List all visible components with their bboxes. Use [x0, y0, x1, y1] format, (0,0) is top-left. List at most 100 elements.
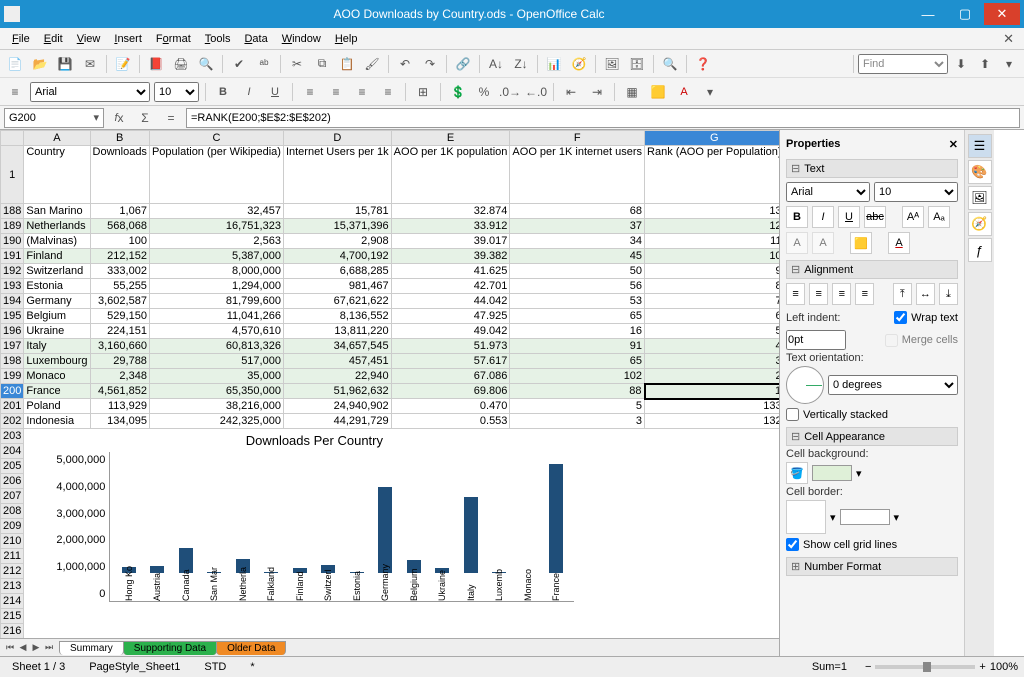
header-cell[interactable]: Internet Users per 1k [283, 146, 391, 204]
cell[interactable]: 39.382 [391, 249, 510, 264]
cell[interactable]: 5 [510, 399, 645, 414]
tab-nav-first-icon[interactable]: ⏮ [4, 642, 16, 653]
cell[interactable]: Switzerland [24, 264, 90, 279]
cell[interactable]: 212,152 [90, 249, 149, 264]
halign-right-icon[interactable]: ≡ [832, 283, 851, 305]
cell[interactable]: 16,751,323 [149, 219, 283, 234]
bold-icon[interactable]: B [212, 81, 234, 103]
redo-icon[interactable]: ↷ [419, 53, 441, 75]
cell[interactable]: 11,041,266 [149, 309, 283, 324]
cell[interactable]: 44,291,729 [283, 414, 391, 429]
new-icon[interactable]: 📄 [4, 53, 26, 75]
cell[interactable]: 0.553 [391, 414, 510, 429]
cell[interactable]: 517,000 [149, 354, 283, 369]
cell[interactable]: Luxembourg [24, 354, 90, 369]
merge-cells-icon[interactable]: ⊞ [412, 81, 434, 103]
close-button[interactable]: ✕ [984, 3, 1020, 25]
collapse-icon[interactable]: ⊟ [791, 263, 800, 276]
row-header[interactable]: 214 [1, 594, 24, 609]
valign-middle-icon[interactable]: ↔ [916, 283, 935, 305]
decimal-add-icon[interactable]: .0→ [499, 81, 521, 103]
cut-icon[interactable]: ✂ [286, 53, 308, 75]
cell[interactable]: France [24, 384, 90, 399]
cell[interactable]: 9 [645, 264, 779, 279]
side-outline-icon[interactable]: A [812, 232, 834, 254]
orientation-select[interactable]: 0 degrees [828, 375, 958, 395]
col-header-F[interactable]: F [510, 131, 645, 146]
row-header[interactable]: 194 [1, 294, 24, 309]
cell[interactable]: Monaco [24, 369, 90, 384]
function-wizard-icon[interactable]: fx [108, 107, 130, 129]
format-paint-icon[interactable]: 🖌 [361, 53, 383, 75]
border-preview[interactable] [786, 500, 826, 534]
print-icon[interactable]: 🖨 [170, 53, 192, 75]
cell[interactable]: 91 [510, 339, 645, 354]
font-name-select[interactable]: Arial [30, 82, 150, 102]
row-header[interactable]: 207 [1, 489, 24, 504]
row-header[interactable]: 216 [1, 624, 24, 639]
cell[interactable]: 13,811,220 [283, 324, 391, 339]
chart-icon[interactable]: 📊 [543, 53, 565, 75]
halign-center-icon[interactable]: ≡ [809, 283, 828, 305]
preview-icon[interactable]: 🔍 [195, 53, 217, 75]
border-dropdown-icon[interactable]: ▾ [830, 511, 836, 524]
cell[interactable]: 8 [645, 279, 779, 294]
sidetab-gallery-icon[interactable]: 🖼 [968, 186, 992, 210]
minimize-button[interactable]: — [910, 3, 946, 25]
cell[interactable]: 4,561,852 [90, 384, 149, 399]
sidebar-font-select[interactable]: Arial [786, 182, 870, 202]
tab-nav-last-icon[interactable]: ⏭ [43, 642, 55, 653]
row-header[interactable]: 192 [1, 264, 24, 279]
zoom-icon[interactable]: 🔍 [659, 53, 681, 75]
cell[interactable]: 38,216,000 [149, 399, 283, 414]
cell[interactable]: 3 [645, 354, 779, 369]
cell[interactable]: 242,325,000 [149, 414, 283, 429]
email-icon[interactable]: ✉ [79, 53, 101, 75]
cell[interactable]: 1 [645, 384, 779, 399]
valign-bottom-icon[interactable]: ⤓ [939, 283, 958, 305]
halign-justify-icon[interactable]: ≡ [855, 283, 874, 305]
row-header[interactable]: 209 [1, 519, 24, 534]
bg-swatch[interactable] [812, 465, 852, 481]
cell[interactable]: 4,570,610 [149, 324, 283, 339]
row-header[interactable]: 190 [1, 234, 24, 249]
cell[interactable]: 67,621,622 [283, 294, 391, 309]
expand-icon[interactable]: ⊞ [791, 560, 800, 573]
equals-icon[interactable]: = [160, 107, 182, 129]
sidetab-functions-icon[interactable]: ƒ [968, 238, 992, 262]
cell[interactable]: 37 [510, 219, 645, 234]
cell[interactable]: 57.617 [391, 354, 510, 369]
cell[interactable]: 53 [510, 294, 645, 309]
cell[interactable]: 51,962,632 [283, 384, 391, 399]
menu-view[interactable]: View [71, 31, 107, 47]
cell[interactable]: 2,563 [149, 234, 283, 249]
cell[interactable]: 8,000,000 [149, 264, 283, 279]
cell[interactable]: Poland [24, 399, 90, 414]
menu-file[interactable]: File [6, 31, 36, 47]
spreadsheet-grid[interactable]: ABCDEFGHIJ1CountryDownloadsPopulation (p… [0, 130, 779, 638]
cell[interactable]: 13 [645, 204, 779, 219]
indent-increase-icon[interactable]: ⇥ [586, 81, 608, 103]
cell[interactable]: Italy [24, 339, 90, 354]
formula-input[interactable]: =RANK(E200;$E$2:$E$202) [186, 108, 1020, 128]
row-header[interactable]: 193 [1, 279, 24, 294]
menu-data[interactable]: Data [238, 31, 273, 47]
name-box[interactable]: G200 ▾ [4, 108, 104, 128]
cell[interactable]: 4 [645, 339, 779, 354]
cell[interactable]: 3,602,587 [90, 294, 149, 309]
cell[interactable]: 2,908 [283, 234, 391, 249]
navigator-icon[interactable]: 🧭 [568, 53, 590, 75]
cell[interactable]: 568,068 [90, 219, 149, 234]
namebox-dropdown-icon[interactable]: ▾ [93, 111, 99, 124]
halign-left-icon[interactable]: ≡ [786, 283, 805, 305]
cell[interactable]: 4,700,192 [283, 249, 391, 264]
cell[interactable]: 5 [645, 324, 779, 339]
hyperlink-icon[interactable]: 🔗 [452, 53, 474, 75]
cell[interactable]: Netherlands [24, 219, 90, 234]
row-header[interactable]: 212 [1, 564, 24, 579]
vstack-checkbox[interactable] [786, 408, 799, 421]
col-header-E[interactable]: E [391, 131, 510, 146]
menu-edit[interactable]: Edit [38, 31, 69, 47]
side-fontcolor-icon[interactable]: A [888, 232, 910, 254]
maximize-button[interactable]: ▢ [947, 3, 983, 25]
